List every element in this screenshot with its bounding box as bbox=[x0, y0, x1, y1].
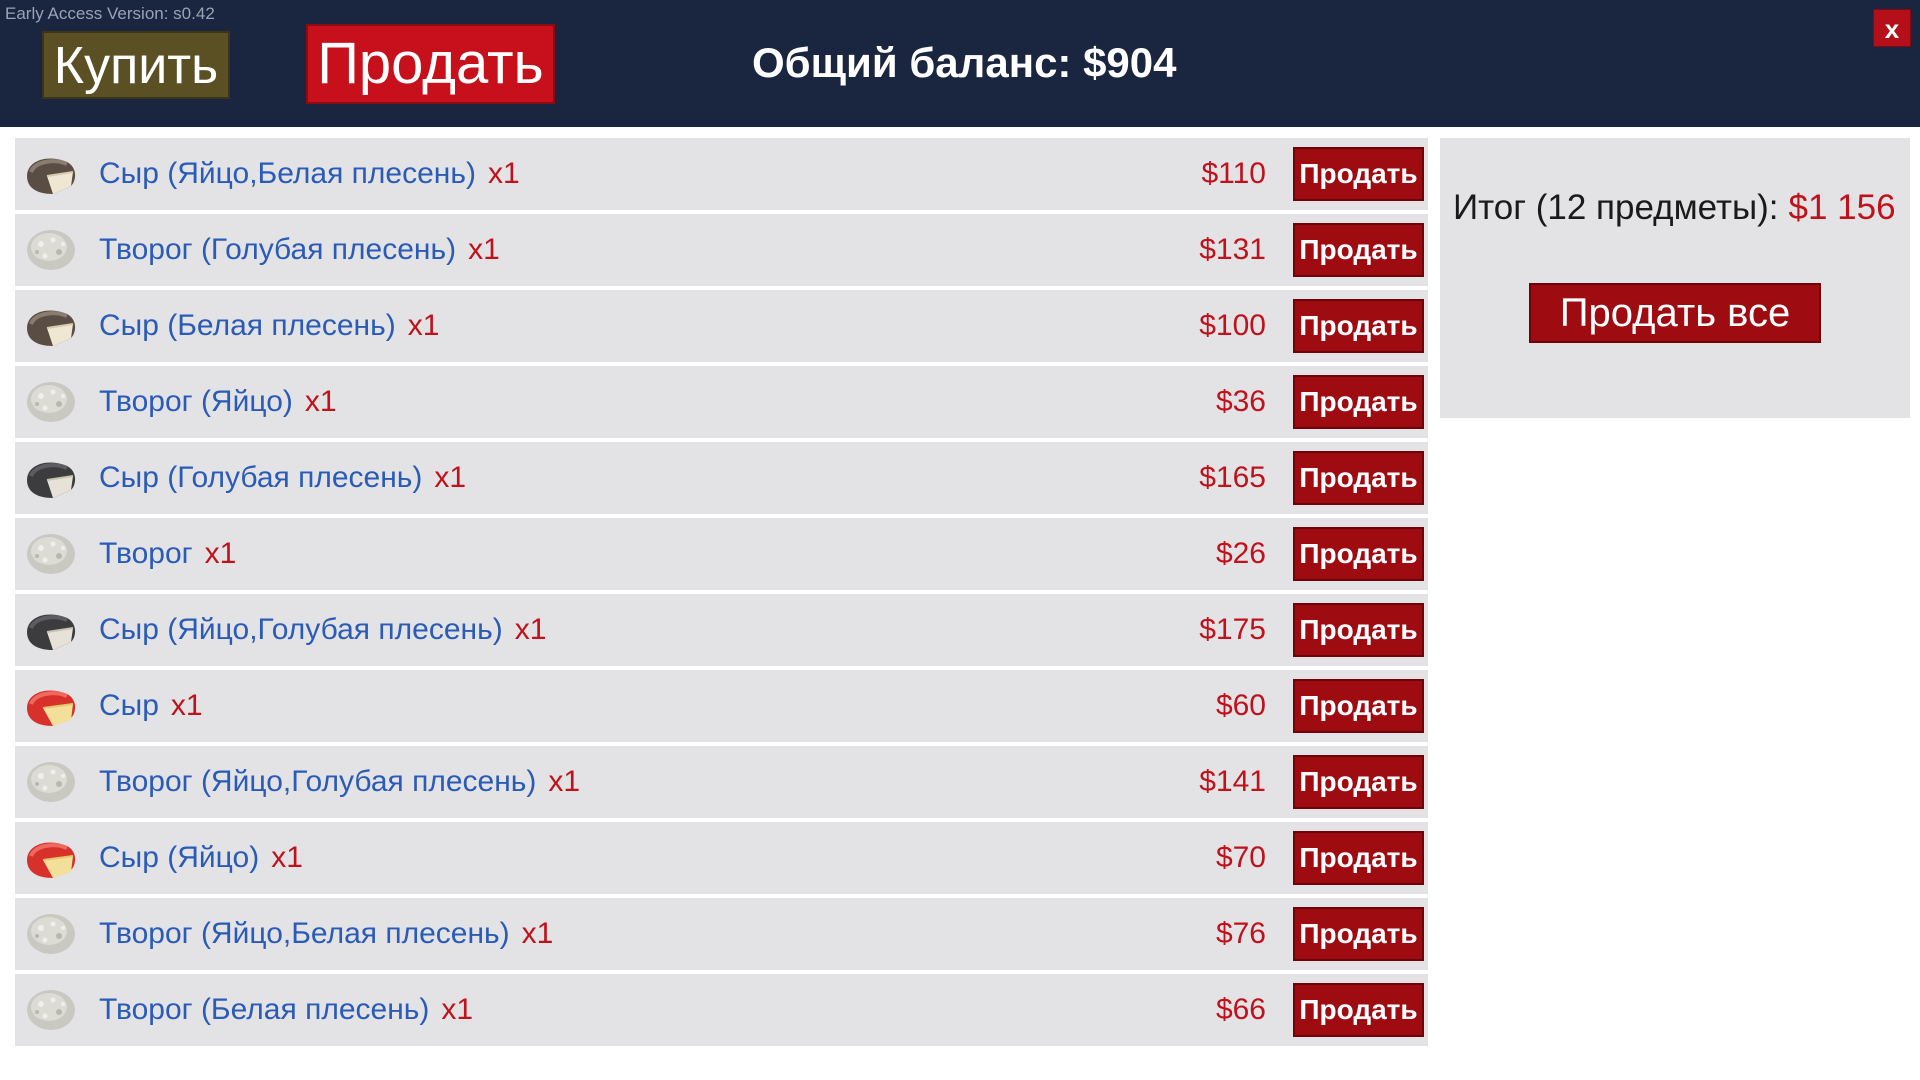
top-bar: Early Access Version: s0.42 Купить Прода… bbox=[0, 0, 1920, 127]
item-label: Сыр (Яйцо) x1 bbox=[99, 822, 303, 894]
cottage-cheese-icon bbox=[23, 378, 79, 426]
item-row: Творог (Яйцо,Белая плесень) x1 $76 Продать bbox=[15, 898, 1428, 970]
item-price: $175 bbox=[1199, 613, 1266, 646]
version-label: Early Access Version: s0.42 bbox=[5, 4, 215, 23]
item-name: Творог bbox=[99, 537, 193, 570]
cheese-blue-mold-icon bbox=[23, 606, 79, 654]
item-name: Сыр (Яйцо,Белая плесень) bbox=[99, 157, 476, 190]
item-quantity: x1 bbox=[487, 157, 520, 190]
item-name: Творог (Яйцо) bbox=[99, 385, 293, 418]
cottage-cheese-icon bbox=[23, 910, 79, 958]
sell-item-button[interactable]: Продать bbox=[1293, 223, 1424, 277]
sell-item-button[interactable]: Продать bbox=[1293, 527, 1424, 581]
item-quantity: x1 bbox=[468, 233, 500, 266]
item-quantity: x1 bbox=[441, 993, 474, 1026]
item-label: Сыр (Голубая плесень) x1 bbox=[99, 442, 466, 514]
sell-item-button[interactable]: Продать bbox=[1293, 983, 1424, 1037]
cheese-red-wax-icon bbox=[23, 834, 79, 882]
item-row: Сыр x1 $60 Продать bbox=[15, 670, 1428, 742]
item-price: $165 bbox=[1199, 461, 1266, 494]
item-label: Сыр (Яйцо,Белая плесень) x1 bbox=[99, 138, 520, 210]
item-row: Сыр (Белая плесень) x1 $100 Продать bbox=[15, 290, 1428, 362]
item-quantity: x1 bbox=[514, 613, 547, 646]
cottage-cheese-icon bbox=[23, 226, 79, 274]
item-quantity: x1 bbox=[548, 765, 581, 798]
item-label: Творог x1 bbox=[99, 518, 236, 590]
sell-item-button[interactable]: Продать bbox=[1293, 831, 1424, 885]
item-label: Творог (Белая плесень) x1 bbox=[99, 974, 473, 1046]
item-price: $110 bbox=[1201, 157, 1266, 190]
item-quantity: x1 bbox=[434, 461, 467, 494]
sell-item-button[interactable]: Продать bbox=[1293, 755, 1424, 809]
summary-line: Итог (12 предметы): $1 156 bbox=[1453, 186, 1896, 230]
item-label: Творог (Голубая плесень) x1 bbox=[99, 214, 500, 286]
item-name: Творог (Белая плесень) bbox=[99, 993, 430, 1026]
sell-item-button[interactable]: Продать bbox=[1293, 907, 1424, 961]
sell-item-button[interactable]: Продать bbox=[1293, 679, 1424, 733]
summary-panel: Итог (12 предметы): $1 156 Продать все bbox=[1440, 138, 1910, 418]
sell-item-button[interactable]: Продать bbox=[1293, 375, 1424, 429]
cottage-cheese-icon bbox=[23, 758, 79, 806]
cheese-white-mold-icon bbox=[23, 150, 79, 198]
item-row: Сыр (Яйцо) x1 $70 Продать bbox=[15, 822, 1428, 894]
item-row: Творог (Яйцо) x1 $36 Продать bbox=[15, 366, 1428, 438]
item-price: $60 bbox=[1215, 689, 1266, 722]
item-price: $36 bbox=[1215, 385, 1266, 418]
item-label: Сыр (Яйцо,Голубая плесень) x1 bbox=[99, 594, 546, 666]
sell-item-button[interactable]: Продать bbox=[1293, 299, 1424, 353]
item-row: Сыр (Голубая плесень) x1 $165 Продать bbox=[15, 442, 1428, 514]
item-quantity: x1 bbox=[521, 917, 554, 950]
item-name: Сыр (Голубая плесень) bbox=[99, 461, 423, 494]
item-name: Творог (Яйцо,Белая плесень) bbox=[99, 917, 510, 950]
total-balance: Общий баланс: $904 bbox=[752, 39, 1177, 86]
cheese-red-wax-icon bbox=[23, 682, 79, 730]
item-row: Сыр (Яйцо,Голубая плесень) x1 $175 Продать bbox=[15, 594, 1428, 666]
item-price: $76 bbox=[1215, 917, 1266, 950]
item-price: $100 bbox=[1199, 309, 1266, 342]
item-row: Творог x1 $26 Продать bbox=[15, 518, 1428, 590]
item-price: $131 bbox=[1199, 233, 1266, 266]
cheese-blue-mold-icon bbox=[23, 454, 79, 502]
summary-label: Итог (12 предметы): bbox=[1453, 188, 1779, 227]
item-quantity: x1 bbox=[304, 385, 337, 418]
item-name: Творог (Яйцо,Голубая плесень) bbox=[99, 765, 537, 798]
item-name: Сыр (Яйцо) bbox=[99, 841, 260, 874]
item-label: Творог (Яйцо) x1 bbox=[99, 366, 337, 438]
item-label: Творог (Яйцо,Белая плесень) x1 bbox=[99, 898, 553, 970]
sell-item-button[interactable]: Продать bbox=[1293, 451, 1424, 505]
summary-total: $1 156 bbox=[1788, 188, 1896, 227]
item-name: Творог (Голубая плесень) bbox=[99, 233, 457, 266]
cottage-cheese-icon bbox=[23, 986, 79, 1034]
sell-all-button[interactable]: Продать все bbox=[1529, 283, 1821, 343]
item-quantity: x1 bbox=[204, 537, 237, 570]
item-row: Сыр (Яйцо,Белая плесень) x1 $110 Продать bbox=[15, 138, 1428, 210]
item-name: Сыр bbox=[99, 689, 159, 722]
item-label: Творог (Яйцо,Голубая плесень) x1 bbox=[99, 746, 580, 818]
sell-item-button[interactable]: Продать bbox=[1293, 603, 1424, 657]
item-row: Творог (Голубая плесень) x1 $131 Продать bbox=[15, 214, 1428, 286]
item-name: Сыр (Белая плесень) bbox=[99, 309, 396, 342]
item-price: $141 bbox=[1199, 765, 1266, 798]
cheese-white-mold-icon bbox=[23, 302, 79, 350]
tab-sell[interactable]: Продать bbox=[306, 24, 555, 104]
tab-buy[interactable]: Купить bbox=[42, 31, 230, 99]
item-row: Творог (Яйцо,Голубая плесень) x1 $141 Прода… bbox=[15, 746, 1428, 818]
item-price: $66 bbox=[1215, 993, 1266, 1026]
item-name: Сыр (Яйцо,Голубая плесень) bbox=[99, 613, 503, 646]
sell-item-list: Сыр (Яйцо,Белая плесень) x1 $110 Продать Тво… bbox=[15, 138, 1428, 1050]
item-label: Сыр (Белая плесень) x1 bbox=[99, 290, 439, 362]
item-price: $26 bbox=[1215, 537, 1266, 570]
item-quantity: x1 bbox=[170, 689, 203, 722]
item-row: Творог (Белая плесень) x1 $66 Продать bbox=[15, 974, 1428, 1046]
item-price: $70 bbox=[1215, 841, 1266, 874]
item-label: Сыр x1 bbox=[99, 670, 203, 742]
item-quantity: x1 bbox=[271, 841, 303, 874]
sell-item-button[interactable]: Продать bbox=[1293, 147, 1424, 201]
close-button[interactable]: x bbox=[1873, 9, 1911, 47]
cottage-cheese-icon bbox=[23, 530, 79, 578]
item-quantity: x1 bbox=[407, 309, 440, 342]
